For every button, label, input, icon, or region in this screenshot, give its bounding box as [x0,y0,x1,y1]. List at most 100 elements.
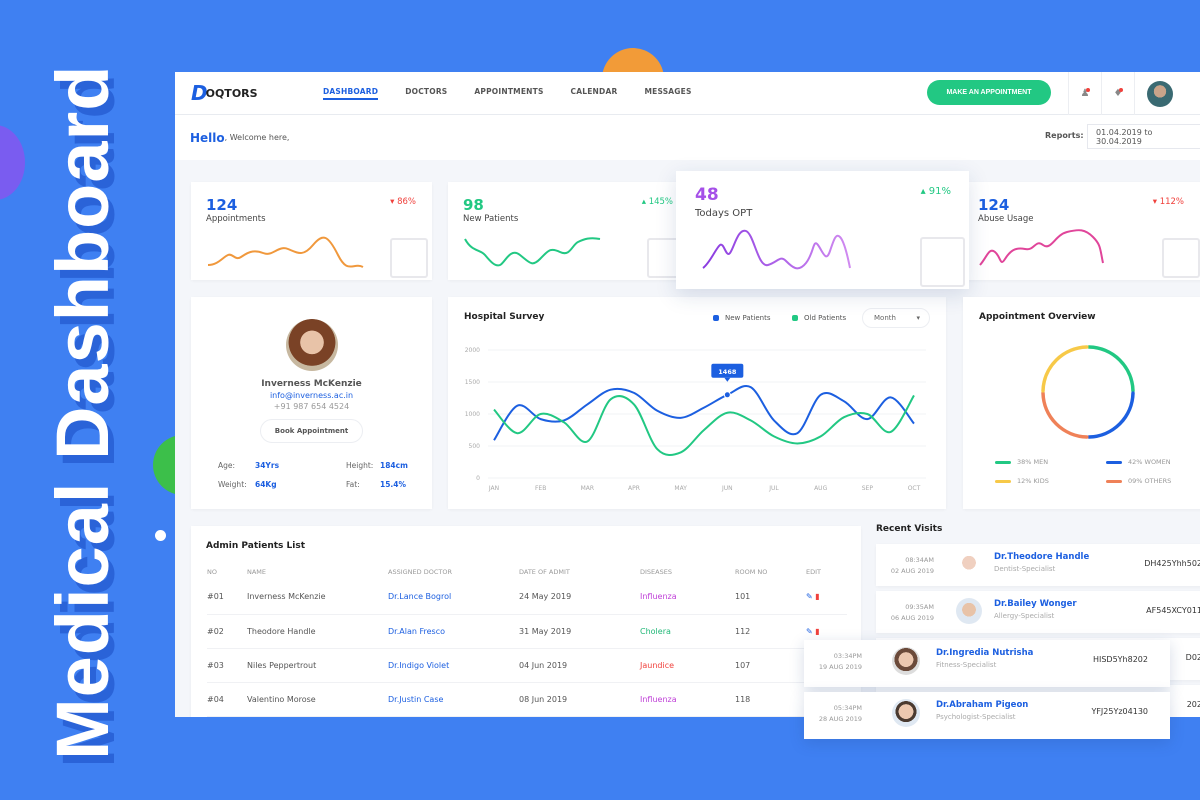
bell-icon[interactable]: ♦ [1101,72,1134,115]
cell-doctor[interactable]: Dr.Lance Bogrol [388,580,519,615]
legend-kids: 12% KIDS [995,477,1049,485]
donut-segment-others [1041,391,1089,439]
period-select[interactable]: Month ▾ [862,308,930,328]
nav-calendar[interactable]: CALENDAR [571,87,618,100]
patients-title: Admin Patients List [206,541,306,551]
legend-women: 42% WOMEN [1106,458,1171,466]
date-range-select[interactable]: 01.04.2019 to 30.04.2019▾ [1087,124,1200,149]
table-row[interactable]: #03 Niles Peppertrout Dr.Indigo Violet 0… [207,648,847,683]
avatar[interactable] [1147,80,1173,107]
logo[interactable]: D OQTORS [191,81,323,105]
cell-date: 31 May 2019 [519,614,640,649]
delete-icon[interactable]: ▮ [815,592,819,601]
series-line-old-patients [493,394,915,456]
trend-down-icon: ▾ [1152,197,1160,207]
doctor-avatar [956,598,982,624]
delete-icon[interactable]: ▮ [815,627,819,636]
sparkline [207,236,364,268]
x-tick-label: APR [628,485,640,492]
visit-card[interactable]: 08:34AM 02 AUG 2019 Dr.Theodore Handle De… [876,544,1200,586]
patient-avatar [285,319,338,371]
make-appointment-button[interactable]: MAKE AN APPOINTMENT [927,80,1051,105]
decor-dot [155,530,166,541]
cell-date: 04 Jun 2019 [519,648,640,683]
cell-no: #04 [207,682,247,717]
cell-edit: ✎ ▮ [806,580,847,615]
nav-messages[interactable]: MESSAGES [644,87,691,100]
table-row[interactable]: #02 Theodore Handle Dr.Alan Fresco 31 Ma… [207,614,847,649]
cell-name: Theodore Handle [247,614,388,649]
donut-segment-women [1087,391,1135,439]
doctor-avatar [892,699,920,727]
top-nav: D OQTORS DASHBOARD DOCTORS APPOINTMENTS C… [175,72,1200,115]
nav-doctors[interactable]: DOCTORS [405,87,447,100]
user-menu[interactable] [1134,72,1200,115]
donut-segment-men [1087,345,1135,393]
calendar-icon [390,238,428,278]
stat-card-todays-opt[interactable]: 48 Todays OPT ▴ 91% [676,171,969,289]
hospital-icon [920,237,965,287]
admin-patients-card: Admin Patients List NO NAME ASSIGNED DOC… [191,526,861,717]
cell-disease: Influenza [640,682,735,717]
x-tick-label: MAR [581,485,594,492]
y-tick-label: 1000 [465,411,480,418]
dashboard-window: D OQTORS DASHBOARD DOCTORS APPOINTMENTS C… [175,72,1200,717]
hospital-survey-card: Hospital Survey New Patients Old Patient… [448,297,946,509]
patient-profile-card: Inverness McKenzie info@inverness.ac.in … [191,297,432,509]
x-tick-label: OCT [908,485,921,492]
survey-chart: 0 500 1000 1500 2000 JAN FEB MAR APR MAY JUN JUL AUG… [465,347,926,492]
hello-text: Hello [190,130,225,145]
x-tick-label: AUG [814,485,827,492]
table-row[interactable]: #04 Valentino Morose Dr.Justin Case 08 J… [207,682,847,717]
cell-room: 107 [735,648,806,683]
x-tick-label: JAN [488,485,499,492]
tooltip-label: 1468 [718,368,737,376]
y-tick-label: 0 [476,475,480,482]
visit-card-highlighted[interactable]: 03:34PM 19 AUG 2019 Dr.Ingredia Nutrisha … [804,640,1170,687]
user-alert-icon[interactable]: ♟ [1068,72,1101,115]
book-appointment-button[interactable]: Book Appointment [260,419,363,443]
data-point [723,391,731,399]
legend-others: 09% OTHERS [1106,477,1171,485]
cell-doctor[interactable]: Dr.Justin Case [388,682,519,717]
cell-date: 24 May 2019 [519,580,640,615]
nav-appointments[interactable]: APPOINTMENTS [474,87,543,100]
visit-card[interactable]: 09:35AM 06 AUG 2019 Dr.Bailey Wonger Alle… [876,591,1200,633]
visit-card-highlighted[interactable]: 05:34PM 28 AUG 2019 Dr.Abraham Pigeon Psy… [804,692,1170,739]
greeting-bar: Hello, Welcome here, Reports: 01.04.2019… [175,115,1200,160]
cell-date: 08 Jun 2019 [519,682,640,717]
x-tick-label: JUN [721,485,733,492]
nav-dashboard[interactable]: DASHBOARD [323,87,379,100]
x-tick-label: FEB [535,485,546,492]
cell-no: #02 [207,614,247,649]
cell-name: Niles Peppertrout [247,648,388,683]
stat-card-abuse-usage[interactable]: 124 Abuse Usage ▾ 112% [963,182,1200,280]
legend-old-patients[interactable]: Old Patients [792,314,846,322]
stat-card-new-patients[interactable]: 98 New Patients ▴ 145% [448,182,689,280]
cell-room: 101 [735,580,806,615]
patient-email[interactable]: info@inverness.ac.in [191,391,432,400]
legend-new-patients[interactable]: New Patients [713,314,771,322]
tooltip-box [711,363,744,378]
sparkline [979,229,1104,266]
cell-room: 118 [735,682,806,717]
patient-phone: +91 987 654 4524 [273,402,350,411]
reports-label: Reports: [1045,131,1084,140]
cell-no: #01 [207,580,247,615]
page-title: Medical Dashboard [41,64,124,760]
donut-segment-kids [1041,345,1089,393]
patient-name: Inverness McKenzie [261,379,362,389]
table-row[interactable]: #01 Inverness McKenzie Dr.Lance Bogrol 2… [207,580,847,615]
welcome-text: , Welcome here, [224,133,290,142]
cell-disease: Jaundice [640,648,735,683]
edit-user-icon[interactable]: ✎ [806,592,813,601]
cell-doctor[interactable]: Dr.Indigo Violet [388,648,519,683]
cell-name: Valentino Morose [247,682,388,717]
decor-circle-purple [0,125,25,200]
cell-doctor[interactable]: Dr.Alan Fresco [388,614,519,649]
edit-user-icon[interactable]: ✎ [806,627,813,636]
appointment-overview-card: Appointment Overview 38% MEN 42% WOMEN 1… [963,297,1200,509]
stat-card-appointments[interactable]: 124 Appointments ▾ 86% [191,182,432,280]
doctor-avatar [892,647,920,675]
sparkline [702,229,851,270]
